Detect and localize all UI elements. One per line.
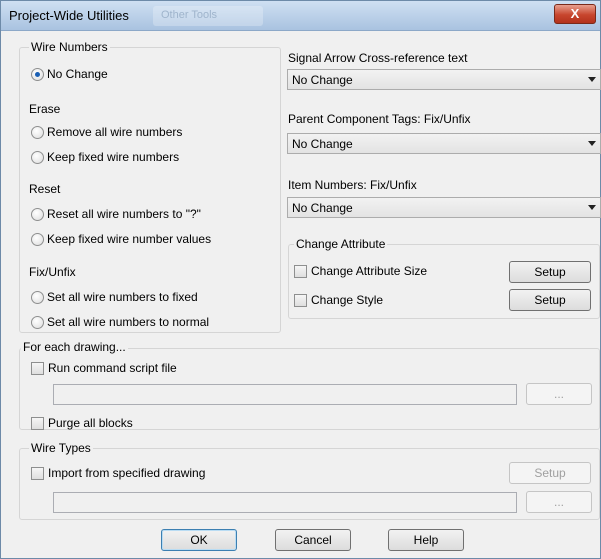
- radio-remove-all-label: Remove all wire numbers: [47, 125, 183, 139]
- radio-button[interactable]: [31, 232, 44, 246]
- background-window-tab: Other Tools: [153, 6, 263, 26]
- checkbox[interactable]: [294, 293, 307, 307]
- radio-button[interactable]: [31, 315, 44, 329]
- script-browse-button[interactable]: ...: [526, 383, 592, 405]
- close-button[interactable]: X: [554, 4, 596, 24]
- change-attribute-group-label: Change Attribute: [294, 237, 388, 251]
- radio-button[interactable]: [31, 290, 44, 304]
- radio-button[interactable]: [31, 125, 44, 139]
- purge-all-blocks-checkbox[interactable]: Purge all blocks: [31, 416, 133, 430]
- run-command-script-checkbox[interactable]: Run command script file: [31, 361, 177, 375]
- erase-label: Erase: [29, 102, 61, 116]
- title-bar[interactable]: Project-Wide Utilities Other Tools X: [1, 1, 600, 31]
- change-style-checkbox[interactable]: Change Style: [294, 293, 383, 307]
- style-setup-button[interactable]: Setup: [509, 289, 591, 311]
- close-icon: X: [570, 6, 580, 21]
- ok-button[interactable]: OK: [161, 529, 237, 551]
- radio-set-all-normal[interactable]: Set all wire numbers to normal: [31, 315, 209, 329]
- wire-types-drawing-path-input[interactable]: [53, 492, 517, 513]
- for-each-drawing-group-label: For each drawing...: [21, 340, 128, 354]
- change-attribute-size-label: Change Attribute Size: [311, 264, 428, 278]
- project-wide-utilities-dialog: Project-Wide Utilities Other Tools X Wir…: [0, 0, 601, 559]
- item-numbers-dropdown[interactable]: No Change: [287, 197, 601, 218]
- item-numbers-value: No Change: [292, 201, 353, 215]
- script-file-path-input[interactable]: [53, 384, 517, 405]
- radio-keep-fixed-wire-numbers[interactable]: Keep fixed wire numbers: [31, 150, 179, 164]
- radio-reset-all-label: Reset all wire numbers to "?": [47, 207, 201, 221]
- parent-tags-dropdown[interactable]: No Change: [287, 133, 601, 154]
- import-from-drawing-label: Import from specified drawing: [48, 466, 206, 480]
- parent-tags-label: Parent Component Tags: Fix/Unfix: [288, 112, 471, 126]
- radio-keep-fixed-label: Keep fixed wire numbers: [47, 150, 180, 164]
- radio-no-change[interactable]: No Change: [31, 67, 108, 81]
- radio-set-normal-label: Set all wire numbers to normal: [47, 315, 210, 329]
- radio-button[interactable]: [31, 207, 44, 221]
- signal-arrow-value: No Change: [292, 73, 353, 87]
- radio-remove-all-wire-numbers[interactable]: Remove all wire numbers: [31, 125, 182, 139]
- radio-no-change-label: No Change: [47, 67, 108, 81]
- fix-unfix-label: Fix/Unfix: [29, 265, 76, 279]
- checkbox[interactable]: [31, 361, 44, 375]
- import-from-drawing-checkbox[interactable]: Import from specified drawing: [31, 466, 205, 480]
- cancel-button[interactable]: Cancel: [275, 529, 351, 551]
- wire-types-browse-button[interactable]: ...: [526, 491, 592, 513]
- chevron-down-icon: [588, 205, 596, 210]
- radio-keep-fixed-values-label: Keep fixed wire number values: [47, 232, 212, 246]
- purge-all-blocks-label: Purge all blocks: [48, 416, 133, 430]
- dialog-title: Project-Wide Utilities: [9, 8, 129, 23]
- radio-set-all-fixed[interactable]: Set all wire numbers to fixed: [31, 290, 198, 304]
- item-numbers-label: Item Numbers: Fix/Unfix: [288, 178, 417, 192]
- reset-label: Reset: [29, 182, 61, 196]
- wire-types-group-label: Wire Types: [29, 441, 93, 455]
- signal-arrow-dropdown[interactable]: No Change: [287, 69, 601, 90]
- run-command-script-label: Run command script file: [48, 361, 177, 375]
- checkbox[interactable]: [294, 264, 307, 278]
- radio-set-fixed-label: Set all wire numbers to fixed: [47, 290, 198, 304]
- chevron-down-icon: [588, 141, 596, 146]
- wire-types-setup-button[interactable]: Setup: [509, 462, 591, 484]
- checkbox[interactable]: [31, 416, 44, 430]
- signal-arrow-label: Signal Arrow Cross-reference text: [288, 51, 468, 65]
- radio-keep-fixed-wire-number-values[interactable]: Keep fixed wire number values: [31, 232, 211, 246]
- radio-button-checked[interactable]: [31, 67, 44, 81]
- chevron-down-icon: [588, 77, 596, 82]
- radio-button[interactable]: [31, 150, 44, 164]
- checkbox[interactable]: [31, 466, 44, 480]
- radio-reset-all-wire-numbers[interactable]: Reset all wire numbers to "?": [31, 207, 201, 221]
- attribute-size-setup-button[interactable]: Setup: [509, 261, 591, 283]
- wire-numbers-group-label: Wire Numbers: [29, 40, 110, 54]
- help-button[interactable]: Help: [388, 529, 464, 551]
- change-attribute-size-checkbox[interactable]: Change Attribute Size: [294, 264, 427, 278]
- change-style-label: Change Style: [311, 293, 384, 307]
- parent-tags-value: No Change: [292, 137, 353, 151]
